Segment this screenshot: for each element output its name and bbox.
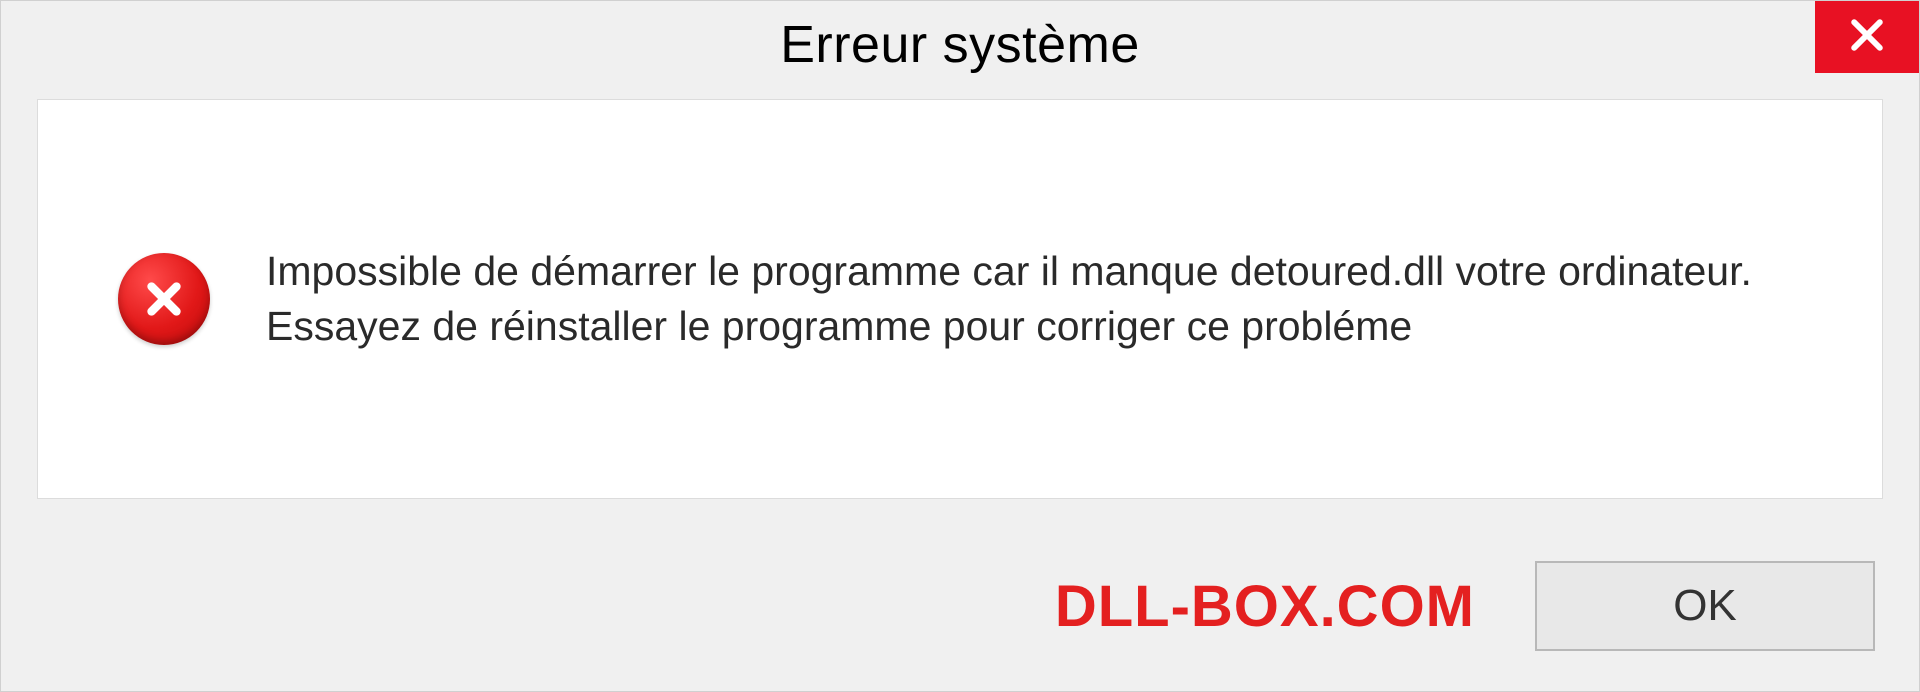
error-icon-wrap <box>118 253 210 345</box>
error-message: Impossible de démarrer le programme car … <box>266 244 1766 355</box>
ok-button[interactable]: OK <box>1535 561 1875 651</box>
content-panel: Impossible de démarrer le programme car … <box>37 99 1883 499</box>
watermark-text: DLL-BOX.COM <box>1055 573 1475 640</box>
error-icon <box>118 253 210 345</box>
close-icon <box>1845 13 1889 62</box>
dialog-title: Erreur système <box>780 15 1140 75</box>
system-error-dialog: Erreur système Impossible de démarrer le… <box>0 0 1920 692</box>
dialog-footer: DLL-BOX.COM OK <box>1 521 1919 691</box>
close-button[interactable] <box>1815 1 1919 73</box>
titlebar: Erreur système <box>1 1 1919 89</box>
